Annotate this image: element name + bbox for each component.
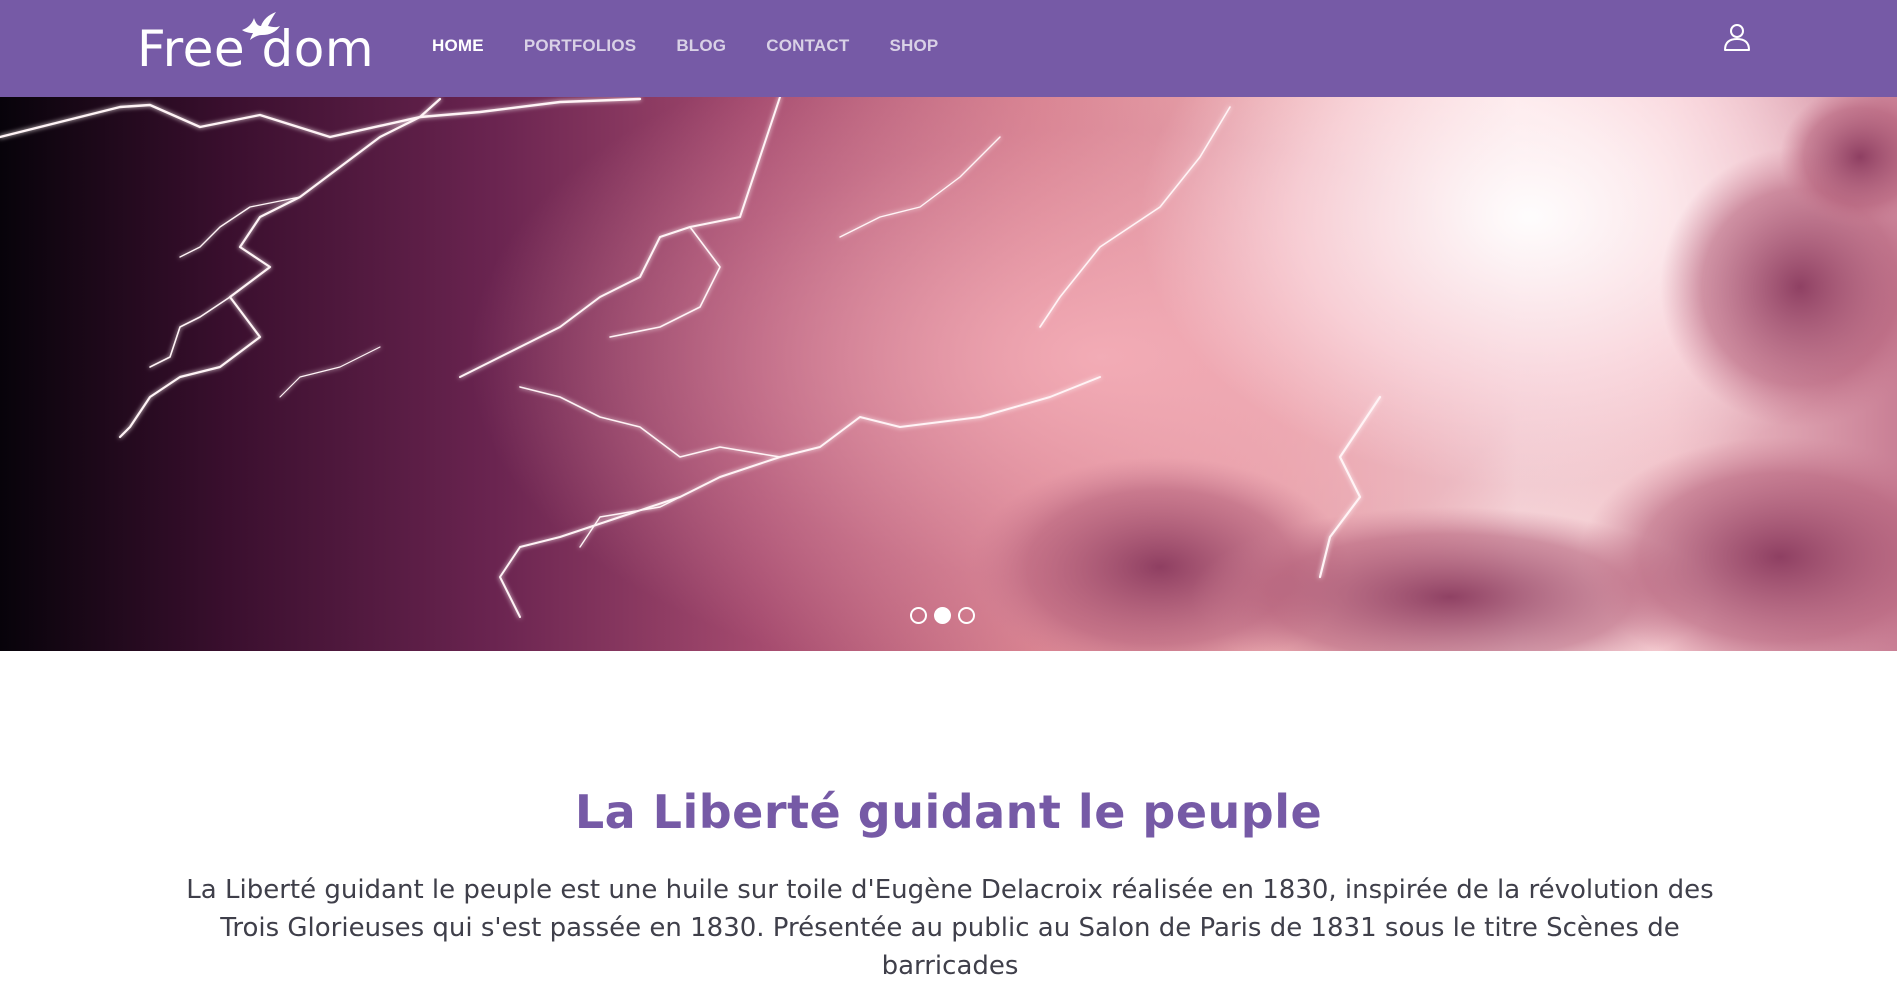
top-navigation-bar: Free dom HOME PORTFOLIOS BLOG CONTACT SH… <box>0 0 1897 97</box>
nav-home[interactable]: HOME <box>432 36 484 56</box>
user-icon[interactable] <box>1722 22 1752 52</box>
slider-pagination <box>910 607 975 624</box>
main-nav: HOME PORTFOLIOS BLOG CONTACT SHOP <box>432 0 978 92</box>
hero-slider[interactable] <box>0 97 1897 651</box>
lightning-storm-image <box>0 97 1897 651</box>
nav-blog[interactable]: BLOG <box>676 36 726 56</box>
slider-dot-1[interactable] <box>910 607 927 624</box>
slider-dot-3[interactable] <box>958 607 975 624</box>
site-logo[interactable]: Free dom <box>137 12 374 84</box>
slider-dot-2[interactable] <box>934 607 951 624</box>
nav-portfolios[interactable]: PORTFOLIOS <box>524 36 637 56</box>
nav-shop[interactable]: SHOP <box>889 36 938 56</box>
nav-contact[interactable]: CONTACT <box>766 36 849 56</box>
article-text: La Liberté guidant le peuple est une hui… <box>186 875 1714 981</box>
article-title: La Liberté guidant le peuple <box>574 785 1323 839</box>
dove-icon <box>242 12 280 40</box>
